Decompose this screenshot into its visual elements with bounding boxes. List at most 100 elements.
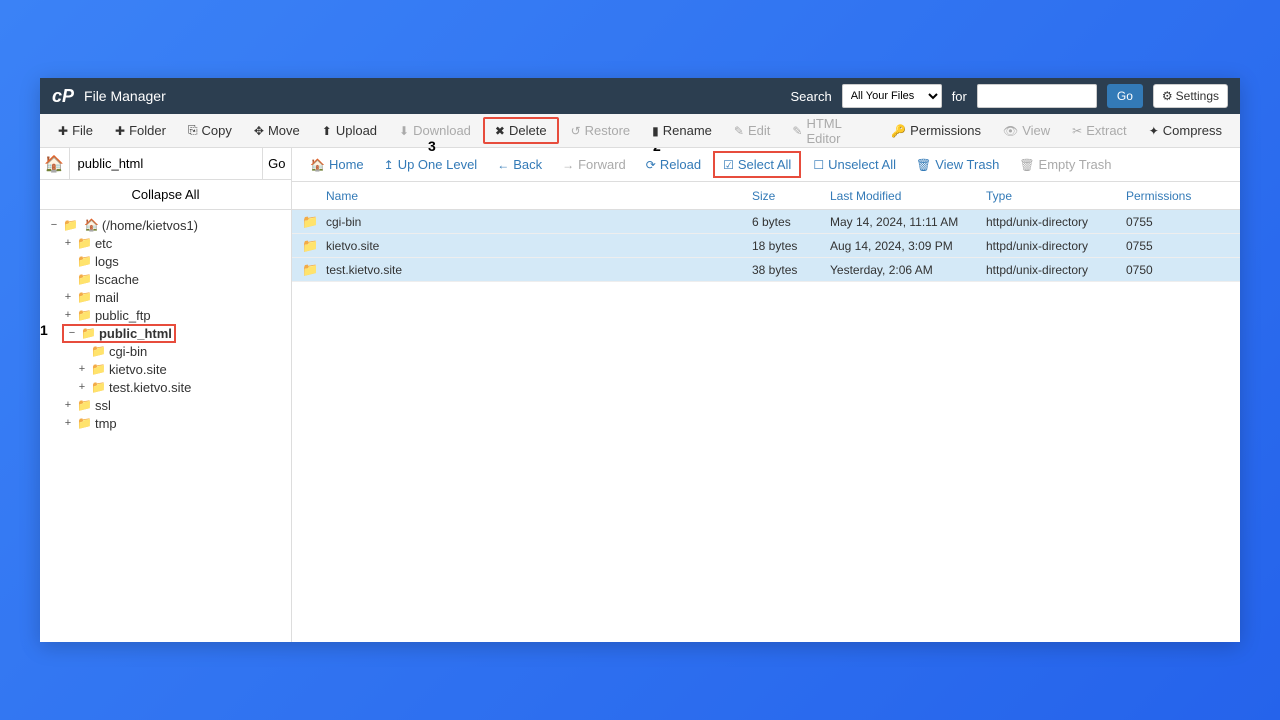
- for-label: for: [952, 89, 967, 104]
- col-permissions[interactable]: Permissions: [1126, 189, 1230, 203]
- restore-button[interactable]: ↺Restore: [561, 119, 641, 142]
- file-modified: Yesterday, 2:06 AM: [830, 263, 986, 277]
- folder-icon: 📁: [63, 218, 78, 232]
- file-manager-app: cP File Manager Search All Your Files fo…: [40, 78, 1240, 642]
- folder-icon: 📁: [77, 398, 92, 412]
- plus-icon: ✚: [58, 124, 68, 138]
- extract-button[interactable]: ✂Extract: [1062, 119, 1137, 142]
- empty-trash-button[interactable]: 🗑Empty Trash: [1011, 153, 1119, 176]
- upload-icon: ⬆: [322, 124, 332, 138]
- nav-home-button[interactable]: 🏠Home: [302, 153, 372, 176]
- folder-icon: 📁: [91, 380, 106, 394]
- plus-icon: ✚: [115, 124, 125, 138]
- annotation-2: 2: [653, 148, 661, 154]
- app-header: cP File Manager Search All Your Files fo…: [40, 78, 1240, 114]
- expand-icon[interactable]: +: [62, 237, 74, 249]
- search-input[interactable]: [977, 84, 1097, 108]
- undo-icon: ↺: [571, 124, 581, 138]
- cpanel-logo-icon: cP: [52, 86, 74, 107]
- back-button[interactable]: ←Back: [489, 153, 550, 176]
- collapse-all-button[interactable]: Collapse All: [40, 180, 291, 210]
- tree-node-ssl[interactable]: +📁ssl: [44, 396, 287, 414]
- folder-icon: 📁: [302, 262, 318, 278]
- folder-icon: 📁: [77, 290, 92, 304]
- file-permissions: 0750: [1126, 263, 1230, 277]
- pencil-icon: ✎: [734, 124, 744, 138]
- folder-icon: 📁: [91, 344, 106, 358]
- tree-node-public-ftp[interactable]: +📁public_ftp: [44, 306, 287, 324]
- home-path-button[interactable]: 🏠: [40, 148, 70, 179]
- home-icon: 🏠: [84, 218, 99, 232]
- tree-node-logs[interactable]: 📁logs: [44, 252, 287, 270]
- file-modified: Aug 14, 2024, 3:09 PM: [830, 239, 986, 253]
- select-all-button[interactable]: ☑Select All: [713, 151, 801, 178]
- pencil-icon: ✎: [792, 124, 802, 138]
- col-last-modified[interactable]: Last Modified: [830, 189, 986, 203]
- expand-icon[interactable]: +: [76, 363, 88, 375]
- eye-icon: 👁: [1003, 124, 1018, 138]
- table-row[interactable]: 📁cgi-bin 6 bytes May 14, 2024, 11:11 AM …: [292, 210, 1240, 234]
- download-icon: ⬇: [399, 124, 409, 138]
- delete-button[interactable]: ✖Delete: [483, 117, 559, 144]
- key-icon: 🔑: [891, 124, 906, 138]
- collapse-icon[interactable]: −: [66, 327, 78, 339]
- home-icon: 🏠: [44, 154, 64, 174]
- path-input[interactable]: [70, 148, 262, 179]
- move-button[interactable]: ✥Move: [244, 119, 310, 142]
- main-toolbar: ✚File ✚Folder ⎘Copy ✥Move ⬆Upload ⬇Downl…: [40, 114, 1240, 148]
- tree-node-test-kietvo[interactable]: +📁test.kietvo.site: [44, 378, 287, 396]
- tree-node-cgi-bin[interactable]: 📁cgi-bin: [44, 342, 287, 360]
- file-permissions: 0755: [1126, 239, 1230, 253]
- navigation-toolbar: 🏠Home ↥Up One Level ←Back →Forward ⟳Relo…: [292, 148, 1240, 182]
- search-go-button[interactable]: Go: [1107, 84, 1143, 108]
- compress-button[interactable]: ✦Compress: [1139, 119, 1232, 142]
- table-row[interactable]: 📁test.kietvo.site 38 bytes Yesterday, 2:…: [292, 258, 1240, 282]
- tree-root[interactable]: −📁🏠(/home/kietvos1): [44, 216, 287, 234]
- upload-button[interactable]: ⬆Upload: [312, 119, 387, 142]
- file-type: httpd/unix-directory: [986, 263, 1126, 277]
- view-button[interactable]: 👁View: [993, 119, 1060, 142]
- reload-button[interactable]: ⟳Reload: [638, 153, 709, 176]
- view-trash-button[interactable]: 🗑View Trash: [908, 153, 1007, 176]
- tree-node-tmp[interactable]: +📁tmp: [44, 414, 287, 432]
- file-size: 38 bytes: [752, 263, 830, 277]
- expand-icon[interactable]: +: [62, 417, 74, 429]
- file-size: 18 bytes: [752, 239, 830, 253]
- folder-icon: 📁: [77, 254, 92, 268]
- up-one-level-button[interactable]: ↥Up One Level: [376, 153, 486, 176]
- html-editor-button[interactable]: ✎HTML Editor: [782, 112, 879, 150]
- expand-icon[interactable]: +: [76, 381, 88, 393]
- unselect-all-button[interactable]: ☐Unselect All: [805, 153, 904, 176]
- tree-node-lscache[interactable]: 📁lscache: [44, 270, 287, 288]
- col-size[interactable]: Size: [752, 189, 830, 203]
- tree-node-mail[interactable]: +📁mail: [44, 288, 287, 306]
- expand-icon[interactable]: +: [62, 399, 74, 411]
- expand-icon[interactable]: +: [62, 309, 74, 321]
- folder-button[interactable]: ✚Folder: [105, 119, 176, 142]
- forward-button[interactable]: →Forward: [554, 153, 634, 176]
- expand-icon[interactable]: +: [62, 291, 74, 303]
- settings-button[interactable]: ⚙Settings: [1153, 84, 1228, 108]
- arrow-right-icon: →: [562, 158, 574, 172]
- col-name[interactable]: Name: [302, 189, 752, 203]
- file-button[interactable]: ✚File: [48, 119, 103, 142]
- search-scope-select[interactable]: All Your Files: [842, 84, 942, 108]
- compress-icon: ✦: [1149, 124, 1159, 138]
- copy-button[interactable]: ⎘Copy: [178, 119, 242, 142]
- edit-button[interactable]: ✎Edit: [724, 119, 780, 142]
- tree-node-public-html[interactable]: −📁public_html: [44, 324, 287, 342]
- extract-icon: ✂: [1072, 124, 1082, 138]
- file-icon: ▮: [652, 124, 659, 138]
- col-type[interactable]: Type: [986, 189, 1126, 203]
- table-row[interactable]: 📁kietvo.site 18 bytes Aug 14, 2024, 3:09…: [292, 234, 1240, 258]
- rename-button[interactable]: ▮Rename: [642, 119, 722, 142]
- tree-node-kietvo[interactable]: +📁kietvo.site: [44, 360, 287, 378]
- tree-node-etc[interactable]: +📁etc: [44, 234, 287, 252]
- path-go-button[interactable]: Go: [262, 148, 292, 179]
- collapse-icon[interactable]: −: [48, 219, 60, 231]
- reload-icon: ⟳: [646, 158, 656, 172]
- table-header: Name Size Last Modified Type Permissions: [292, 182, 1240, 210]
- folder-icon: 📁: [91, 362, 106, 376]
- permissions-button[interactable]: 🔑Permissions: [881, 119, 991, 142]
- file-type: httpd/unix-directory: [986, 215, 1126, 229]
